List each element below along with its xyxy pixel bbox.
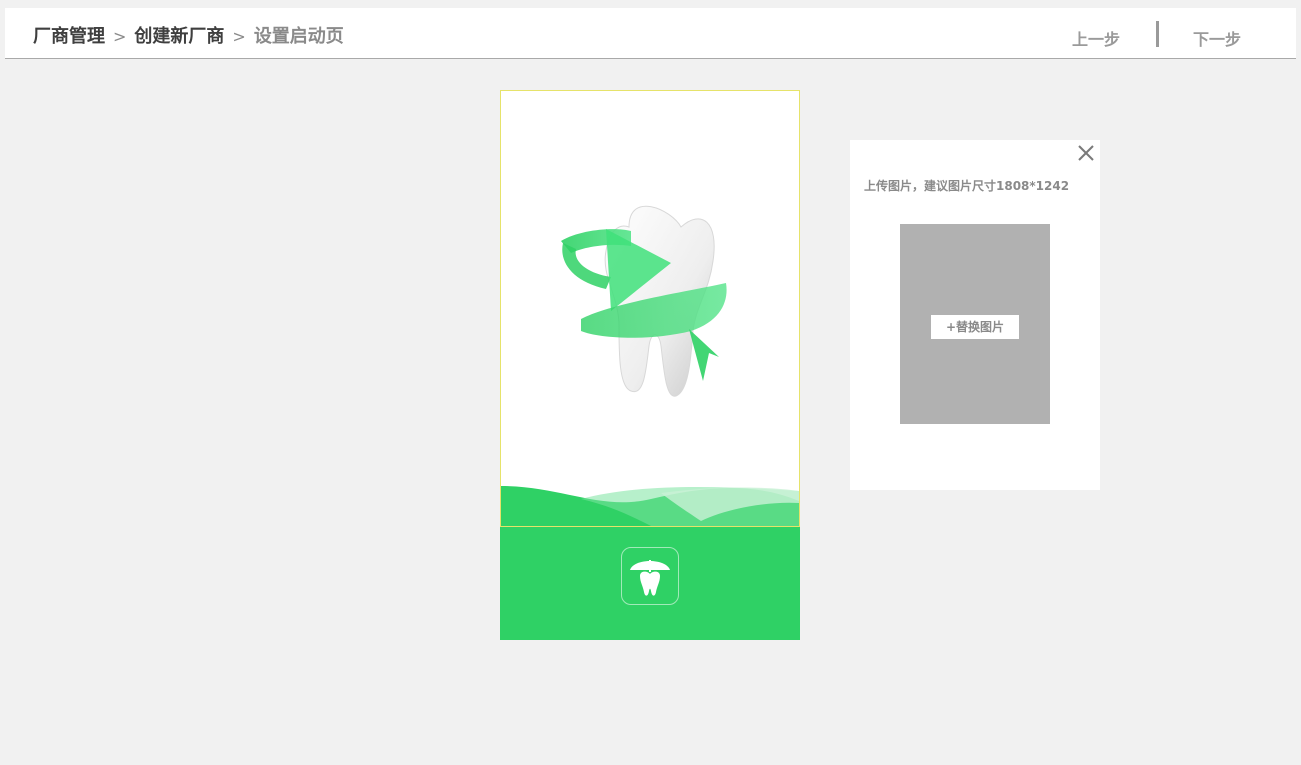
breadcrumb-separator: > [113,27,127,46]
close-icon[interactable] [1076,143,1096,163]
upload-panel: 上传图片，建议图片尺寸1808*1242 +替换图片 [850,140,1100,490]
tooth-umbrella-icon [621,547,679,605]
phone-preview [500,90,800,640]
tooth-play-icon [501,205,799,526]
splash-screen-preview[interactable] [500,90,800,527]
top-bar: 厂商管理 > 创建新厂商 > 设置启动页 上一步 下一步 [5,8,1296,59]
next-step-button[interactable]: 下一步 [1193,26,1241,50]
image-placeholder: +替换图片 [900,224,1050,424]
breadcrumb-separator: > [232,27,246,46]
breadcrumb-item-current: 设置启动页 [253,26,344,47]
upload-hint: 上传图片，建议图片尺寸1808*1242 [864,179,1070,193]
breadcrumb-item-create-vendor[interactable]: 创建新厂商 [134,26,224,47]
step-divider [1156,21,1159,47]
breadcrumb-item-vendor-management[interactable]: 厂商管理 [33,26,105,47]
previous-step-button[interactable]: 上一步 [1072,26,1120,50]
replace-image-button[interactable]: +替换图片 [931,315,1019,339]
breadcrumb: 厂商管理 > 创建新厂商 > 设置启动页 [33,22,344,48]
splash-footer [500,527,800,640]
